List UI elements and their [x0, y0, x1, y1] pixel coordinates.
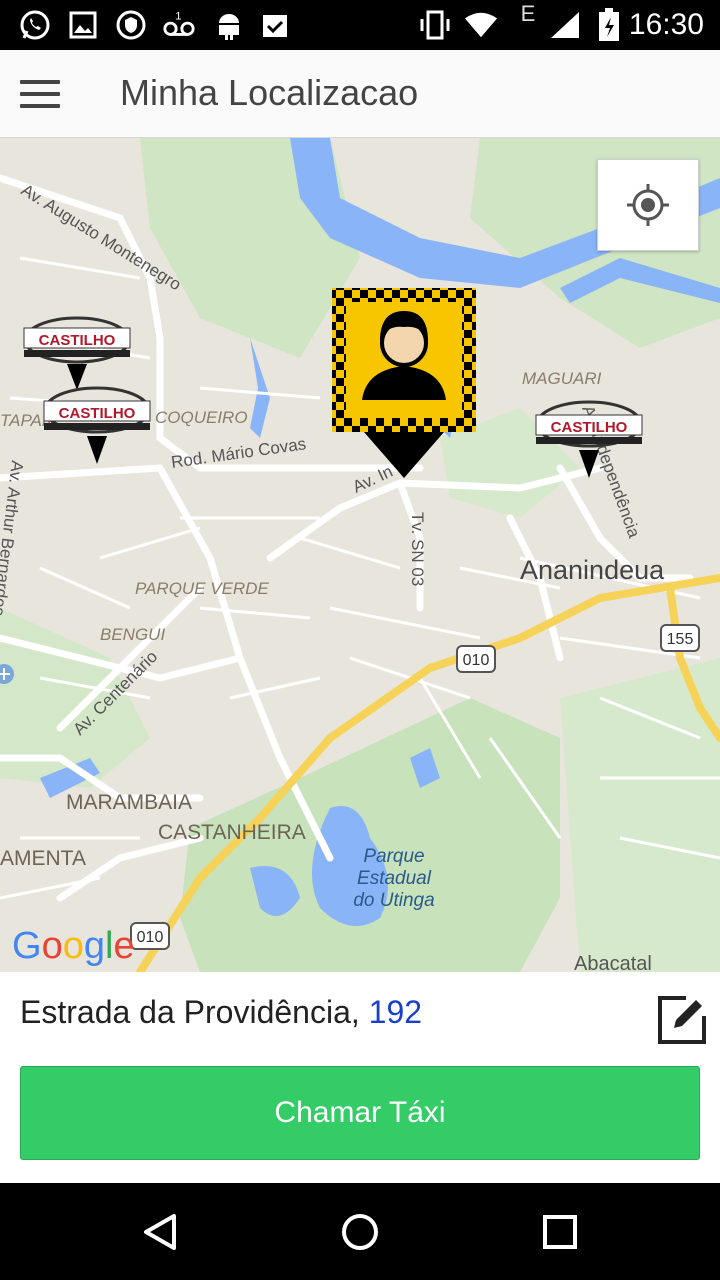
call-taxi-button[interactable]: Chamar Táxi	[20, 1066, 700, 1160]
label-parque-line3: do Utinga	[353, 890, 434, 911]
voicemail-icon: 1	[162, 9, 196, 41]
status-time: 16:30	[628, 8, 704, 41]
back-triangle-icon[interactable]	[130, 1207, 190, 1257]
address-text: Estrada da Providência, 192	[20, 994, 422, 1031]
address-street: Estrada da Providência,	[20, 994, 360, 1030]
label-ananindeua: Ananindeua	[520, 555, 665, 585]
label-marambaia: MARAMBAIA	[66, 791, 192, 814]
address-row: Estrada da Providência, 192	[0, 972, 720, 1062]
label-abacatal: Abacatal	[574, 953, 652, 972]
svg-text:010: 010	[137, 929, 164, 946]
svg-text:Google: Google	[12, 925, 135, 967]
svg-text:010: 010	[463, 652, 490, 669]
shield-155: 155	[660, 624, 700, 652]
battery-icon	[592, 8, 626, 41]
map-view[interactable]: Av. Augusto Montenegro Rod. Mário Covas …	[0, 138, 720, 972]
shield-010-a: 010	[456, 645, 496, 673]
signal-icon	[548, 9, 582, 41]
taxi-marker-castilho-1: CASTILHO	[23, 316, 131, 390]
wifi-icon	[464, 9, 498, 41]
vibrate-icon	[418, 9, 452, 41]
image-icon	[66, 9, 100, 41]
page-title: Minha Localizacao	[120, 72, 419, 113]
app-bar: Minha Localizacao	[0, 50, 720, 138]
label-coqueiro: COQUEIRO	[155, 408, 248, 427]
vpn-shield-icon	[114, 9, 148, 41]
label-parque-line2: Estadual	[357, 868, 432, 889]
label-maguari: MAGUARI	[522, 369, 602, 388]
network-type-label: E	[520, 1, 536, 26]
address-number: 192	[368, 994, 423, 1030]
status-bar: 1 E 16:30	[0, 0, 720, 50]
svg-text:CASTILHO: CASTILHO	[39, 332, 116, 349]
edit-icon[interactable]	[656, 994, 708, 1046]
recents-square-icon[interactable]	[530, 1207, 590, 1257]
clipboard-check-icon	[258, 9, 292, 41]
android-icon	[212, 9, 246, 41]
my-location-icon	[627, 184, 669, 226]
navigation-bar	[0, 1183, 720, 1280]
label-amenta: AMENTA	[0, 847, 86, 870]
label-parque-verde: PARQUE VERDE	[135, 579, 269, 598]
whatsapp-icon	[18, 9, 52, 41]
svg-text:1: 1	[175, 10, 181, 22]
taxi-marker-castilho-2: CASTILHO	[43, 386, 151, 464]
label-arthur-bernardes: Av. Arthur Bernardes	[0, 460, 27, 617]
map-canvas: Av. Augusto Montenegro Rod. Mário Covas …	[0, 138, 720, 972]
home-circle-icon[interactable]	[330, 1207, 390, 1257]
shield-010-b: 010	[130, 922, 170, 950]
label-castanheira: CASTANHEIRA	[158, 821, 306, 844]
label-bengui: BENGUI	[100, 625, 165, 644]
svg-text:155: 155	[667, 631, 694, 648]
svg-text:CASTILHO: CASTILHO	[59, 405, 136, 422]
google-logo: Google	[12, 925, 135, 967]
hamburger-menu-icon[interactable]	[14, 72, 66, 116]
svg-text:CASTILHO: CASTILHO	[551, 419, 628, 436]
my-location-button[interactable]	[597, 159, 699, 251]
label-parque-line1: Parque	[363, 846, 424, 867]
label-tv-sn03: Tv. SN 03	[408, 512, 427, 586]
